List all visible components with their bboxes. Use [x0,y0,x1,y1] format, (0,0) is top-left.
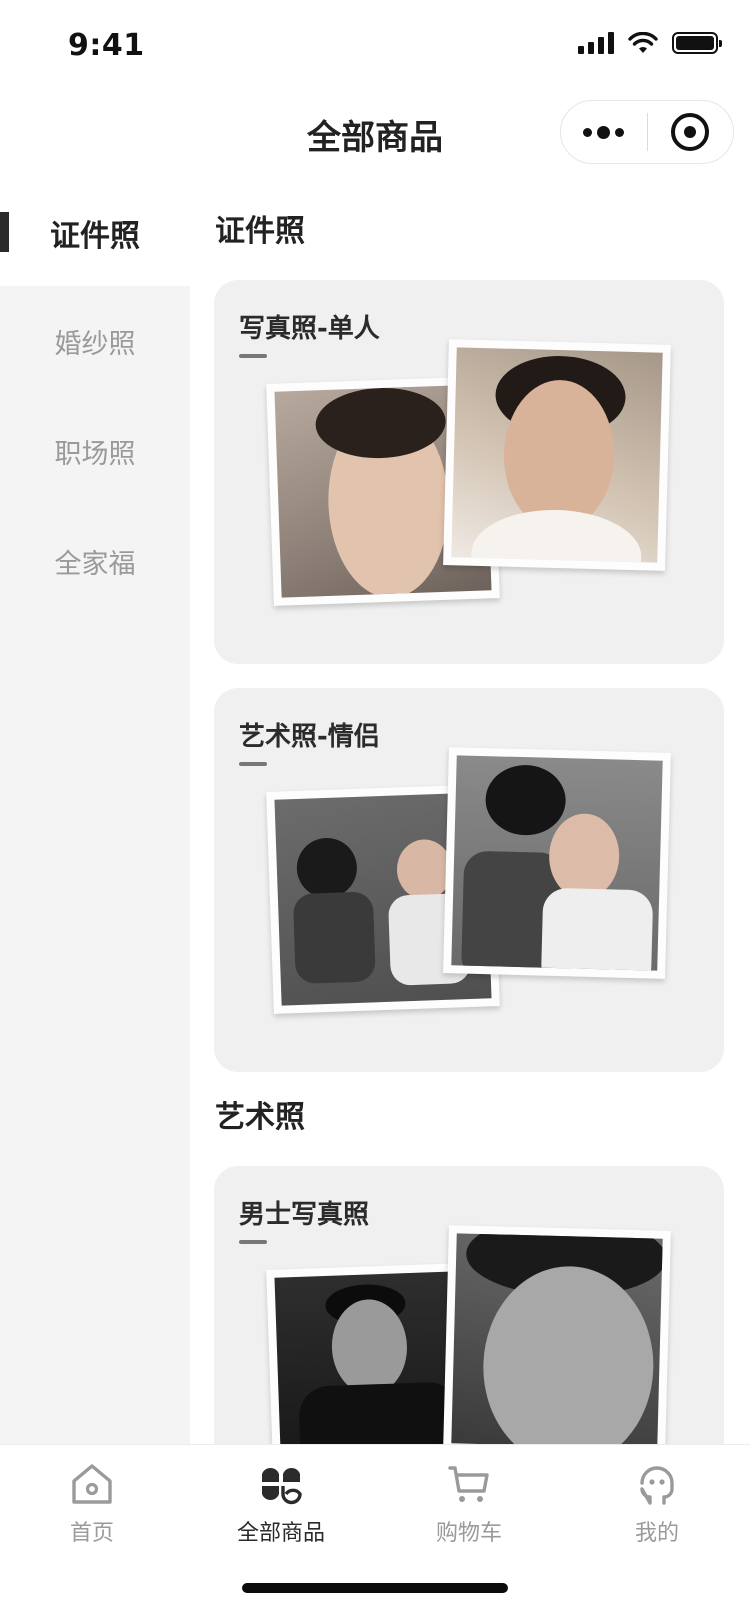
tab-home[interactable]: 首页 [17,1461,167,1547]
sidebar-item-label: 全家福 [54,548,136,580]
product-list: 证件照 写真照-单人 艺术照-情侣 艺术照 男士写真照 [190,180,750,1444]
sidebar-item-label: 职场照 [54,438,136,470]
product-card[interactable]: 艺术照-情侣 [214,688,724,1072]
cart-icon [448,1466,489,1502]
battery-icon [672,32,722,54]
status-icons [578,32,722,54]
product-card[interactable]: 男士写真照 [214,1166,724,1444]
product-photo [443,1225,671,1444]
product-card-title: 写真照-单人 [239,314,380,344]
section-title: 证件照 [215,214,305,249]
sidebar-item-family[interactable]: 全家福 [0,506,190,616]
home-icon [72,1464,112,1504]
product-card-title: 艺术照-情侣 [239,722,380,752]
title-underline [239,1240,267,1244]
product-photo [443,339,671,571]
mini-program-capsule [560,100,734,164]
status-time: 9:41 [68,28,145,63]
tab-cart[interactable]: 购物车 [394,1461,544,1547]
tab-bar: 首页 全部商品 购物车 我的 [0,1444,750,1624]
tab-profile[interactable]: 我的 [582,1461,732,1547]
product-card-title: 男士写真照 [239,1200,370,1230]
tab-label: 全部商品 [236,1521,325,1546]
close-button[interactable] [648,101,734,163]
status-bar: 9:41 [0,0,750,100]
sidebar-item-label: 证件照 [50,219,140,254]
more-options-button[interactable] [561,101,647,163]
tab-label: 购物车 [435,1521,502,1546]
active-indicator [0,212,9,252]
battery-fill [676,36,714,50]
sidebar-item-workplace[interactable]: 职场照 [0,396,190,506]
profile-icon [640,1466,674,1505]
sidebar-item-id-photo[interactable]: 证件照 [0,180,190,286]
sidebar-item-label: 婚纱照 [54,328,136,360]
nav-header: 全部商品 [0,96,750,168]
more-dot-icon [615,127,625,137]
grid-icon [262,1467,302,1505]
more-dot-icon [597,125,611,139]
more-dot-icon [583,127,593,137]
target-icon [671,113,710,151]
home-indicator [242,1583,508,1593]
title-underline [239,354,267,358]
tab-all-products[interactable]: 全部商品 [206,1461,356,1547]
section-title: 艺术照 [215,1100,305,1135]
category-sidebar: 证件照 婚纱照 职场照 全家福 [0,180,190,1444]
wifi-icon [628,32,658,53]
sidebar-item-wedding[interactable]: 婚纱照 [0,286,190,396]
product-card[interactable]: 写真照-单人 [214,280,724,664]
tab-label: 首页 [69,1521,114,1546]
cellular-signal-icon [578,32,614,54]
product-photo [443,747,671,979]
tab-label: 我的 [634,1521,679,1546]
title-underline [239,762,267,766]
